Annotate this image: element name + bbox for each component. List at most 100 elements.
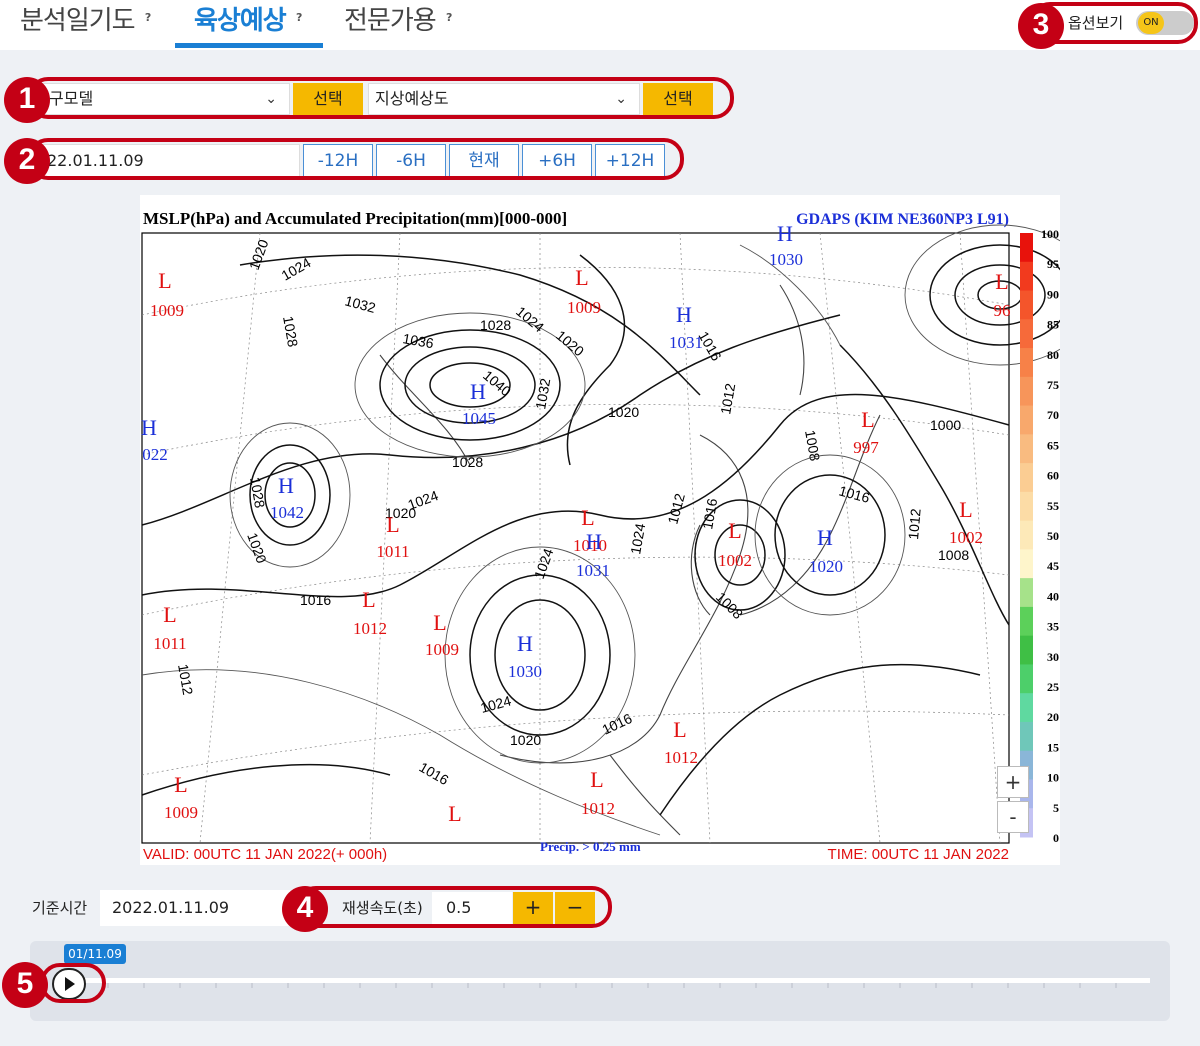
map-precip-note: Precip. > 0.25 mm — [540, 839, 641, 854]
colorbar-swatch — [1020, 635, 1033, 665]
svg-text:1030: 1030 — [769, 250, 803, 269]
svg-text:L: L — [581, 505, 594, 530]
tab-expert-label: 전문가용 — [344, 6, 437, 36]
isobar-label: 1008 — [938, 547, 969, 563]
colorbar-label: 15 — [1047, 740, 1059, 754]
colorbar-swatch — [1020, 348, 1033, 378]
map-valid-time: VALID: 00UTC 11 JAN 2022(+ 000h) — [143, 846, 387, 863]
svg-text:1011: 1011 — [376, 542, 409, 561]
weather-map-svg: MSLP(hPa) and Accumulated Precipitation(… — [141, 209, 1096, 863]
svg-text:1002: 1002 — [718, 551, 752, 570]
colorbar-swatch — [1020, 693, 1033, 723]
colorbar-label: 65 — [1047, 438, 1059, 452]
precipitation-colorbar: 1009590858075706560555045403530252015105… — [1020, 227, 1059, 845]
colorbar-label: 40 — [1047, 589, 1059, 603]
map-title: MSLP(hPa) and Accumulated Precipitation(… — [143, 209, 567, 228]
colorbar-swatch — [1020, 549, 1033, 579]
highlight-ring-2 — [28, 138, 684, 180]
svg-text:1009: 1009 — [567, 298, 601, 317]
svg-text:1009: 1009 — [150, 301, 184, 320]
help-icon[interactable]: ? — [440, 10, 457, 26]
svg-text:L: L — [448, 801, 461, 826]
svg-text:1002: 1002 — [949, 528, 983, 547]
colorbar-label: 95 — [1047, 257, 1059, 271]
colorbar-label: 100 — [1041, 227, 1059, 241]
zoom-out-button[interactable]: - — [997, 801, 1029, 833]
colorbar-swatch — [1020, 261, 1033, 292]
highlight-ring-4 — [296, 886, 612, 928]
colorbar-swatch — [1020, 233, 1033, 263]
marker-4: 4 — [282, 886, 328, 932]
svg-text:997: 997 — [853, 438, 879, 457]
isobar-label: 1012 — [905, 508, 924, 541]
svg-text:96: 96 — [994, 301, 1011, 320]
svg-text:L: L — [959, 497, 972, 522]
colorbar-label: 75 — [1047, 378, 1059, 392]
svg-text:L: L — [433, 610, 446, 635]
base-time-label: 기준시간 — [32, 899, 88, 917]
marker-5: 5 — [2, 962, 48, 1008]
svg-text:1012: 1012 — [664, 748, 698, 767]
svg-text:H: H — [141, 415, 157, 440]
svg-text:1012: 1012 — [581, 799, 615, 818]
active-tab-indicator — [175, 43, 323, 48]
svg-text:L: L — [590, 767, 603, 792]
colorbar-swatch — [1020, 606, 1033, 637]
svg-text:L: L — [386, 512, 399, 537]
svg-text:1011: 1011 — [153, 634, 186, 653]
colorbar-label: 5 — [1053, 801, 1059, 815]
svg-text:1020: 1020 — [809, 557, 843, 576]
svg-text:L: L — [174, 772, 187, 797]
highlight-ring-5 — [40, 963, 106, 1003]
colorbar-label: 10 — [1047, 771, 1059, 785]
map-analysis-time: TIME: 00UTC 11 JAN 2022 — [828, 846, 1009, 863]
svg-text:1030: 1030 — [508, 662, 542, 681]
colorbar-swatch — [1020, 491, 1033, 522]
colorbar-label: 20 — [1047, 710, 1059, 724]
svg-text:022: 022 — [142, 445, 168, 464]
isobar-label: 1020 — [510, 732, 541, 748]
tab-analysis[interactable]: 분석일기도? — [20, 0, 156, 48]
tab-land-forecast-label: 육상예상 — [194, 6, 287, 36]
tab-expert[interactable]: 전문가용? — [344, 0, 457, 48]
colorbar-swatch — [1020, 463, 1033, 493]
colorbar-label: 50 — [1047, 529, 1059, 543]
pressure-center: L — [448, 801, 461, 826]
base-time-field[interactable]: 2022.01.11.09 — [100, 890, 290, 926]
tab-analysis-label: 분석일기도 — [20, 6, 136, 36]
svg-text:H: H — [586, 529, 602, 554]
help-icon[interactable]: ? — [139, 10, 156, 26]
colorbar-label: 0 — [1053, 831, 1059, 845]
marker-2: 2 — [4, 138, 50, 184]
svg-text:1031: 1031 — [669, 333, 703, 352]
svg-text:1045: 1045 — [462, 409, 496, 428]
colorbar-swatch — [1020, 520, 1033, 550]
svg-text:H: H — [777, 221, 793, 246]
svg-text:L: L — [575, 265, 588, 290]
svg-text:L: L — [861, 407, 874, 432]
tab-land-forecast[interactable]: 육상예상? — [194, 0, 307, 48]
svg-text:H: H — [817, 525, 833, 550]
zoom-in-button[interactable]: + — [997, 766, 1029, 798]
svg-text:L: L — [362, 587, 375, 612]
svg-text:1009: 1009 — [425, 640, 459, 659]
help-icon[interactable]: ? — [290, 10, 307, 26]
svg-text:L: L — [673, 717, 686, 742]
isobar-label: 1028 — [452, 454, 483, 470]
svg-text:L: L — [728, 518, 741, 543]
weather-map[interactable]: MSLP(hPa) and Accumulated Precipitation(… — [140, 195, 1096, 865]
isobar-label: 1016 — [300, 592, 331, 608]
svg-text:H: H — [676, 302, 692, 327]
svg-text:1012: 1012 — [353, 619, 387, 638]
colorbar-swatch — [1020, 578, 1033, 608]
colorbar-label: 70 — [1047, 408, 1059, 422]
timeline-ticks — [71, 983, 1117, 988]
colorbar-swatch — [1020, 405, 1033, 435]
svg-text:1042: 1042 — [270, 503, 304, 522]
svg-text:L: L — [995, 269, 1008, 294]
colorbar-label: 55 — [1047, 499, 1059, 513]
svg-text:L: L — [158, 268, 171, 293]
marker-1: 1 — [4, 77, 50, 123]
colorbar-swatch — [1020, 319, 1033, 349]
highlight-ring-1 — [28, 77, 734, 119]
